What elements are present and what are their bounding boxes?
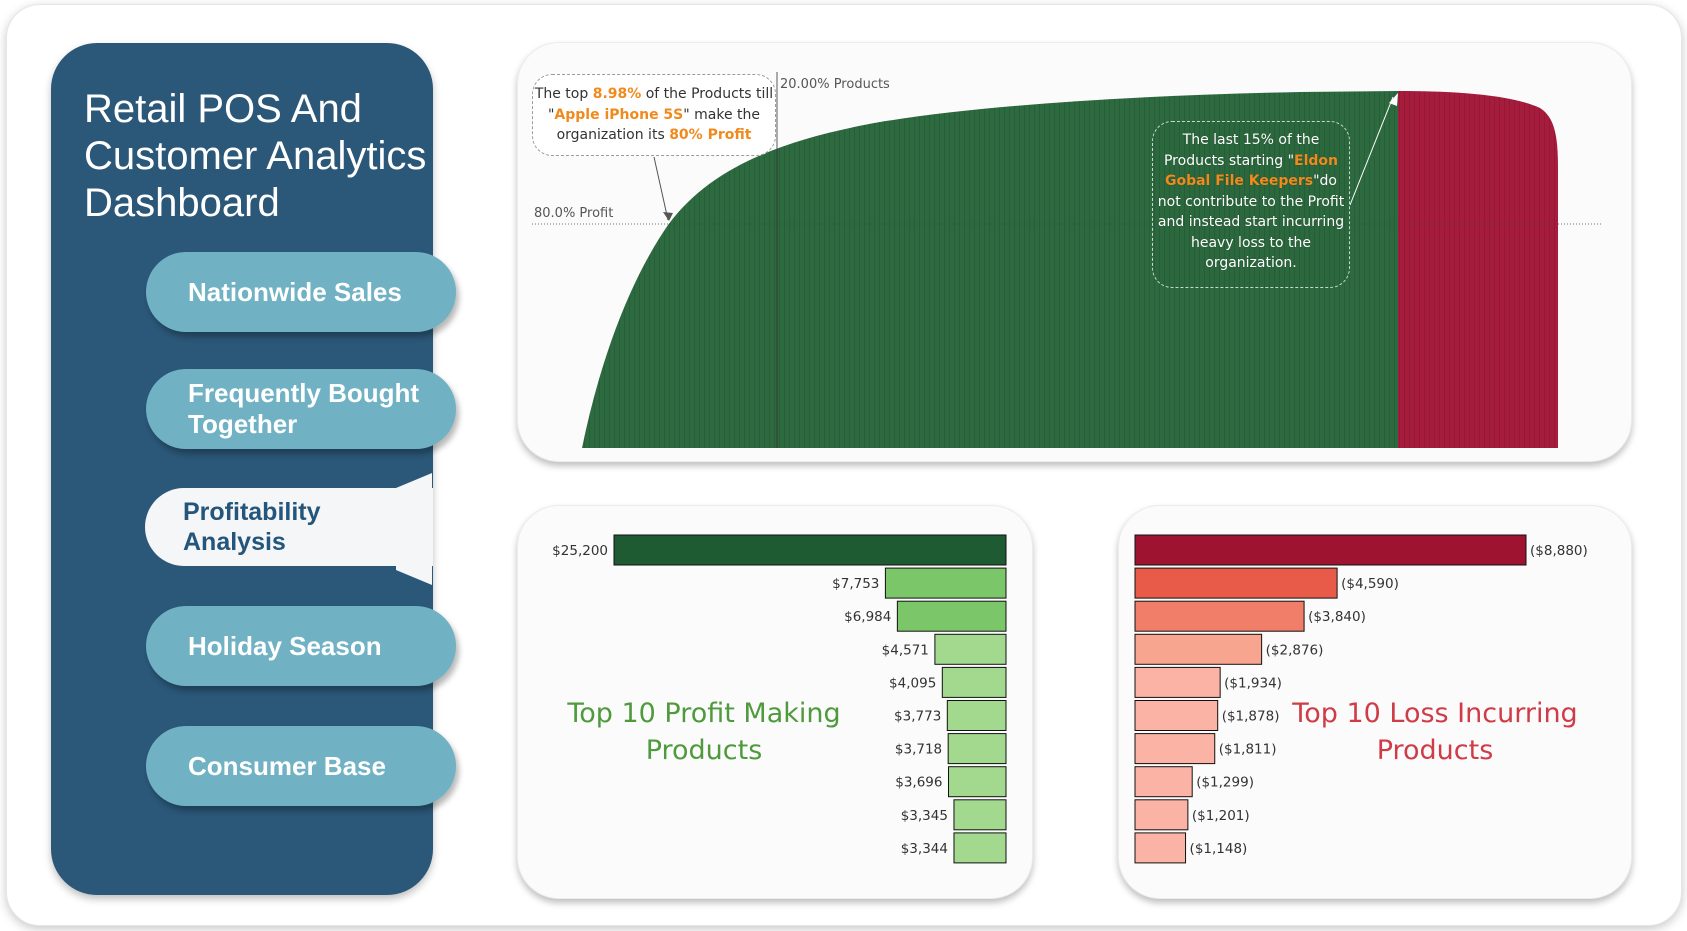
reference-profit-label: 80.0% Profit bbox=[534, 206, 613, 221]
top-profit-title: Top 10 Profit Making Products bbox=[567, 698, 841, 766]
loss-bar bbox=[1134, 633, 1263, 665]
loss-bar bbox=[1134, 666, 1221, 698]
loss-bar-label: ($1,934) bbox=[1224, 675, 1282, 691]
profit-bar bbox=[948, 766, 1007, 798]
loss-bar bbox=[1134, 700, 1219, 731]
profit-bar-label: $3,773 bbox=[894, 709, 941, 725]
profit-bar bbox=[953, 832, 1007, 864]
loss-bar bbox=[1134, 832, 1187, 864]
profit-bar-label: $4,571 bbox=[882, 642, 929, 658]
callout-highlight: 8.98% bbox=[592, 86, 642, 102]
profit-bar bbox=[953, 799, 1007, 831]
profit-bar bbox=[884, 567, 1007, 599]
callout-text: The last 15% of the bbox=[1182, 132, 1320, 148]
profit-bar-label: $4,095 bbox=[889, 675, 936, 691]
profit-bar bbox=[941, 666, 1007, 698]
callout-text: " make the bbox=[683, 106, 761, 123]
callout-text: organization its bbox=[556, 127, 670, 143]
callout-text: The top bbox=[534, 86, 593, 102]
callout-highlight: 80% Profit bbox=[669, 127, 752, 143]
profit-bar-label: $7,753 bbox=[832, 576, 879, 592]
profit-bar-label: $3,345 bbox=[901, 808, 948, 824]
profit-bar-label: $3,696 bbox=[895, 775, 942, 791]
loss-bar-label: ($1,201) bbox=[1192, 808, 1250, 824]
profit-bar bbox=[896, 600, 1007, 632]
callout-1-pointer bbox=[653, 156, 669, 221]
callout-top-products: The top 8.98% of the Products till "Appl… bbox=[532, 74, 776, 156]
loss-bar bbox=[1134, 733, 1216, 765]
loss-bar-label: ($8,880) bbox=[1530, 543, 1588, 559]
loss-bar bbox=[1134, 600, 1305, 632]
profit-bar-label: $25,200 bbox=[552, 543, 608, 559]
profit-bar-label: $3,718 bbox=[895, 742, 942, 758]
profit-bar bbox=[613, 534, 1007, 566]
loss-bar bbox=[1134, 567, 1338, 599]
profit-bar bbox=[934, 633, 1007, 665]
profit-bar bbox=[946, 700, 1007, 731]
top-loss-title: Top 10 Loss Incurring Products bbox=[1292, 698, 1578, 766]
loss-bar-label: ($2,876) bbox=[1266, 642, 1324, 658]
callout-last-products: The last 15% of the Products starting "E… bbox=[1152, 121, 1350, 288]
profit-bar-label: $3,344 bbox=[901, 841, 948, 857]
callout-text: Products starting " bbox=[1163, 152, 1295, 169]
callout-highlight: Apple iPhone 5S bbox=[554, 106, 684, 123]
loss-bar bbox=[1134, 534, 1527, 566]
loss-bar-label: ($1,878) bbox=[1222, 709, 1280, 725]
reference-products-label: 20.00% Products bbox=[780, 77, 890, 92]
profit-bar bbox=[947, 733, 1007, 765]
loss-bar-label: ($3,840) bbox=[1308, 609, 1366, 625]
profit-bar-label: $6,984 bbox=[844, 609, 891, 625]
loss-bar-label: ($1,811) bbox=[1219, 742, 1277, 758]
loss-area bbox=[1398, 91, 1558, 448]
loss-bar bbox=[1134, 799, 1189, 831]
loss-bar-label: ($1,148) bbox=[1190, 841, 1248, 857]
loss-bar bbox=[1134, 766, 1193, 798]
loss-bar-label: ($4,590) bbox=[1341, 576, 1399, 592]
loss-bar-label: ($1,299) bbox=[1196, 775, 1254, 791]
callout-text: of the Products till bbox=[641, 86, 774, 102]
